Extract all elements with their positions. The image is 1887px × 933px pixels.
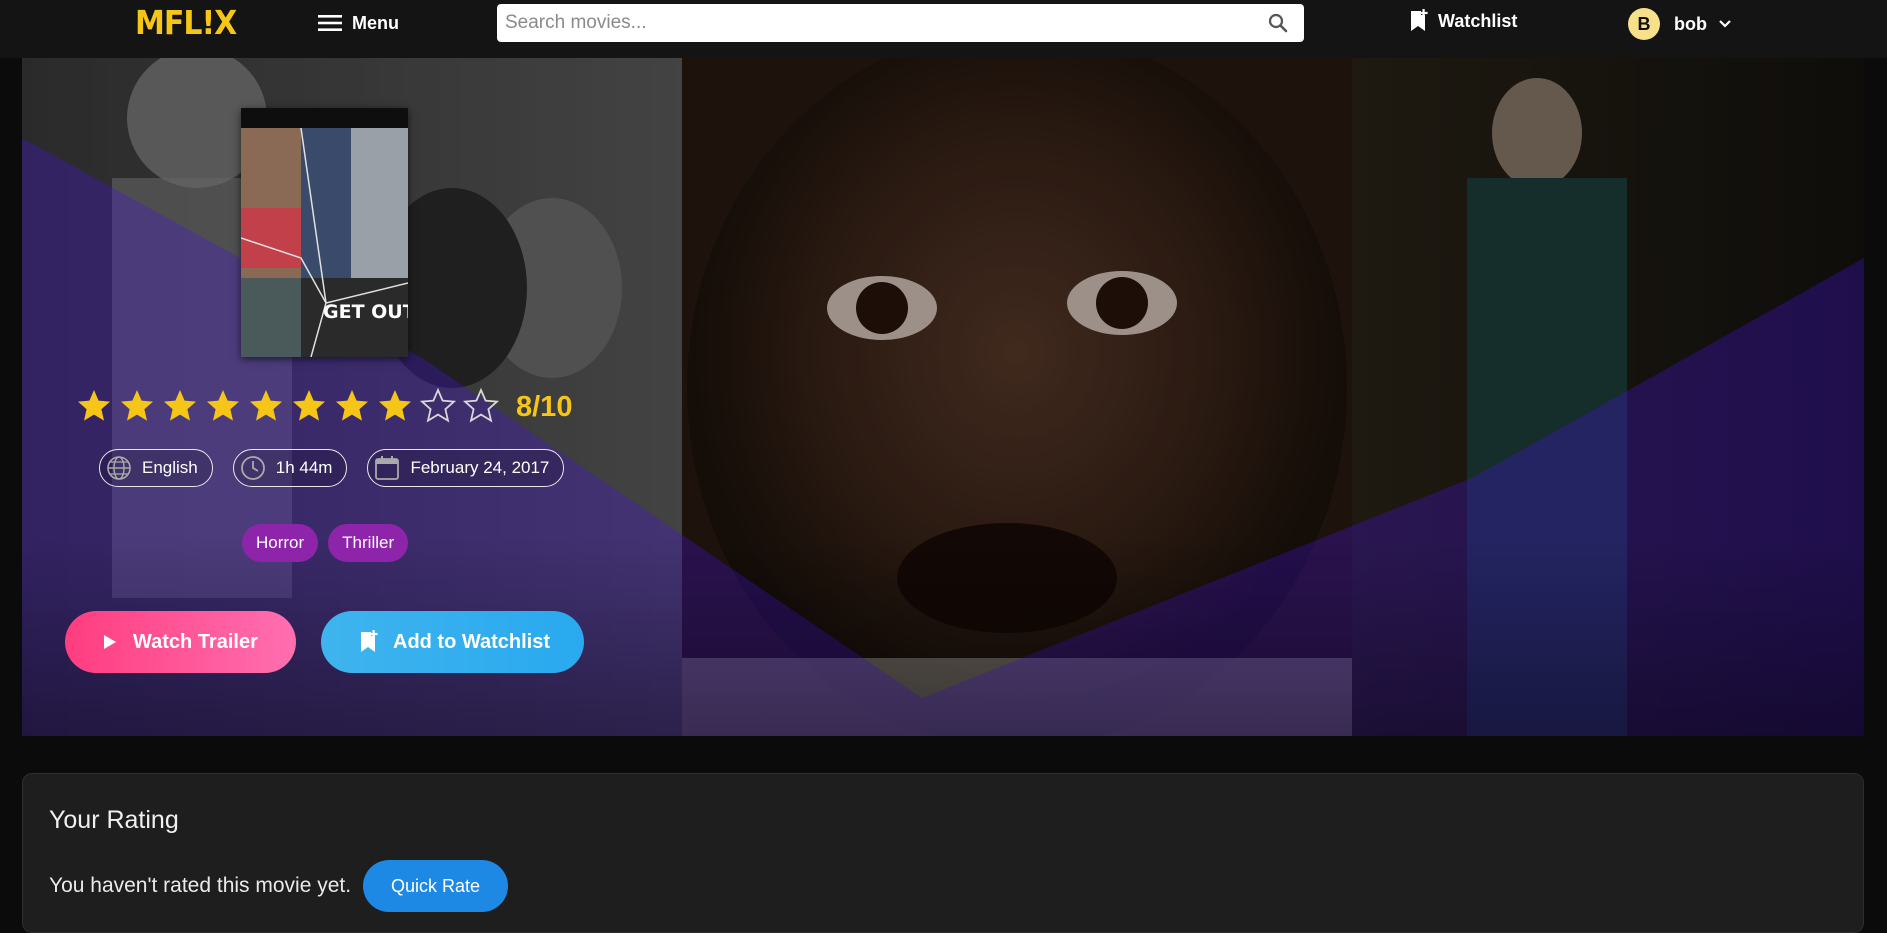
globe-icon xyxy=(107,456,131,480)
language-text: English xyxy=(142,458,198,477)
star-empty-icon xyxy=(463,388,499,423)
runtime-pill: 1h 44m xyxy=(232,449,348,487)
calendar-icon xyxy=(375,456,400,480)
add-to-watchlist-label: Add to Watchlist xyxy=(393,630,551,653)
menu-label: Menu xyxy=(352,12,399,33)
clock-icon xyxy=(240,456,265,480)
star-filled-icon xyxy=(78,390,110,421)
avatar: B xyxy=(1628,8,1660,40)
your-rating-card: Your Rating You haven't rated this movie… xyxy=(22,773,1864,933)
star-filled-icon xyxy=(164,390,196,421)
release-date-pill: February 24, 2017 xyxy=(367,449,565,487)
star-empty-icon xyxy=(420,388,456,423)
star-rating xyxy=(76,388,499,424)
username: bob xyxy=(1674,13,1707,34)
runtime-text: 1h 44m xyxy=(275,458,333,477)
star-filled-icon xyxy=(336,390,368,421)
watch-trailer-label: Watch Trailer xyxy=(133,630,258,653)
poster-image: GET OUT xyxy=(241,108,408,357)
search-input[interactable] xyxy=(505,8,1245,38)
movie-poster: GET OUT xyxy=(241,108,408,357)
your-rating-title: Your Rating xyxy=(49,806,179,834)
rating-value: 8/10 xyxy=(516,391,573,423)
genre-list: Horror Thriller xyxy=(242,524,409,562)
watchlist-nav-link[interactable]: Watchlist xyxy=(1409,9,1517,33)
site-logo[interactable]: MFL!X xyxy=(135,4,237,43)
genre-tag-horror[interactable]: Horror xyxy=(242,524,319,562)
star-filled-icon xyxy=(379,390,411,421)
star-filled-icon xyxy=(250,390,282,421)
rating-status-text: You haven't rated this movie yet. xyxy=(49,874,352,897)
search-bar xyxy=(497,4,1304,42)
language-pill: English xyxy=(99,449,213,487)
star-filled-icon xyxy=(121,390,153,421)
watchlist-nav-label: Watchlist xyxy=(1438,10,1518,31)
quick-rate-button[interactable]: Quick Rate xyxy=(363,860,508,912)
top-navbar: MFL!X Menu Watchlist B bob xyxy=(0,0,1887,58)
bookmark-plus-icon xyxy=(1411,9,1428,31)
watch-trailer-button[interactable]: Watch Trailer xyxy=(65,611,296,673)
bookmark-plus-icon xyxy=(361,630,378,652)
genre-tag-thriller[interactable]: Thriller xyxy=(328,524,409,562)
release-date-text: February 24, 2017 xyxy=(410,458,550,477)
movie-hero: GET OUT 8/10 English 1h 44m February 24,… xyxy=(22,58,1864,736)
search-icon[interactable] xyxy=(1268,13,1288,33)
user-menu[interactable]: B bob xyxy=(1628,8,1731,40)
poster-title: GET OUT xyxy=(323,301,408,323)
play-icon xyxy=(104,635,116,649)
chevron-down-icon xyxy=(1719,20,1731,28)
star-filled-icon xyxy=(293,390,325,421)
movie-meta-row: English 1h 44m February 24, 2017 xyxy=(99,449,565,487)
star-filled-icon xyxy=(207,390,239,421)
add-to-watchlist-button[interactable]: Add to Watchlist xyxy=(321,611,584,673)
menu-button[interactable]: Menu xyxy=(318,11,399,35)
hamburger-icon xyxy=(318,15,342,31)
